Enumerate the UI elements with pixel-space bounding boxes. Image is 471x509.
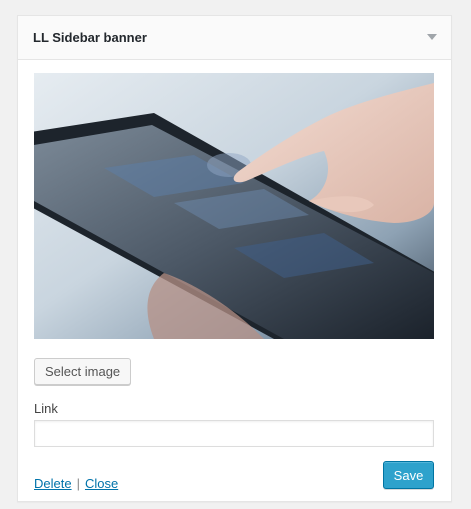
delete-link[interactable]: Delete (34, 476, 72, 491)
sidebar-banner-widget: LL Sidebar banner Select image Link Dele… (17, 15, 452, 502)
widget-body: Select image Link Delete | Close Save (34, 73, 434, 491)
banner-image-preview (34, 73, 434, 339)
widget-control-actions: Delete | Close (34, 476, 118, 491)
separator: | (76, 476, 80, 491)
link-label: Link (34, 401, 58, 416)
save-button[interactable]: Save (383, 461, 434, 489)
close-link[interactable]: Close (85, 476, 118, 491)
chevron-down-icon[interactable] (427, 34, 437, 40)
select-image-button[interactable]: Select image (34, 358, 132, 385)
link-input[interactable] (34, 420, 434, 447)
widget-title: LL Sidebar banner (33, 30, 147, 45)
widget-header[interactable]: LL Sidebar banner (18, 16, 451, 60)
